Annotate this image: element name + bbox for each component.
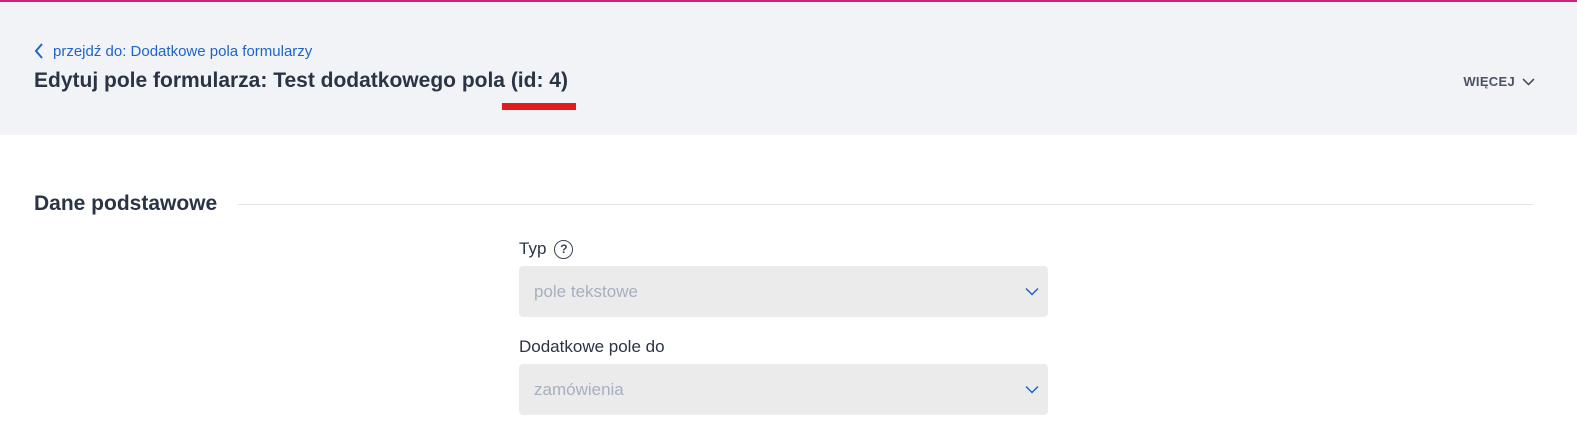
type-select[interactable]: pole tekstowe — [519, 266, 1048, 317]
more-button[interactable]: WIĘCEJ — [1463, 74, 1535, 89]
type-label-text: Typ — [519, 239, 547, 258]
section-title: Dane podstawowe — [34, 192, 218, 215]
question-circle-icon[interactable]: ? — [554, 239, 574, 259]
chevron-down-icon — [1025, 385, 1039, 394]
page-title: Edytuj pole formularza: Test dodatkowego… — [34, 69, 568, 92]
type-select-value: pole tekstowe — [534, 281, 638, 301]
chevron-down-icon — [1025, 287, 1039, 296]
back-link-label: przejdź do: Dodatkowe pola formularzy — [53, 42, 313, 60]
chevron-down-icon — [1522, 77, 1535, 86]
extra-field-for-label-text: Dodatkowe pole do — [519, 337, 665, 356]
chevron-left-icon — [34, 42, 48, 60]
page-header: przejdź do: Dodatkowe pola formularzy Ed… — [0, 2, 1577, 135]
id-underline-annotation — [502, 103, 576, 110]
more-button-label: WIĘCEJ — [1463, 74, 1515, 89]
type-field-label: Typ ? — [519, 239, 574, 259]
section-divider — [238, 204, 1533, 205]
back-link[interactable]: przejdź do: Dodatkowe pola formularzy — [34, 42, 312, 60]
extra-field-for-select[interactable]: zamówienia — [519, 364, 1048, 415]
extra-field-for-select-value: zamówienia — [534, 379, 624, 399]
extra-field-for-label: Dodatkowe pole do — [519, 337, 665, 357]
